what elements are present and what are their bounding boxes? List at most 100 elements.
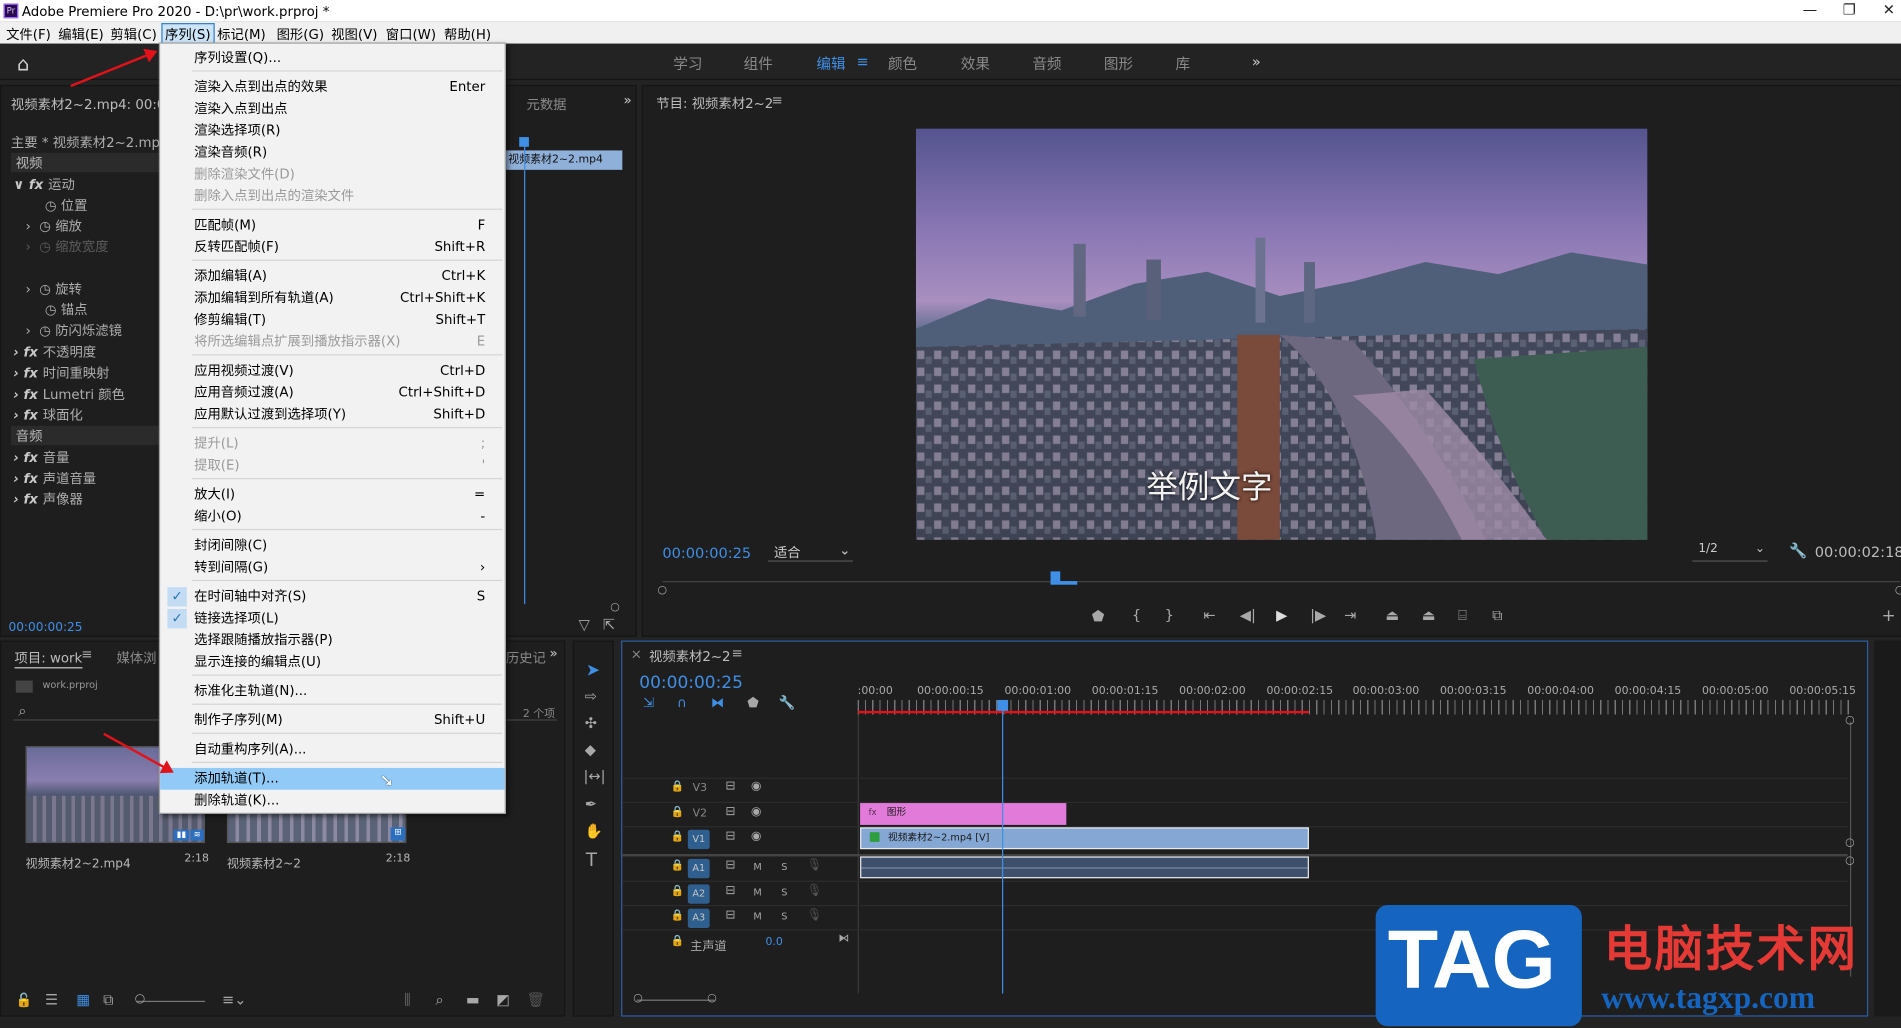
effect-row-panner[interactable]: › fx 声像器 [13,489,82,508]
program-monitor-title[interactable]: 节目: 视频素材2~2 [656,93,773,112]
media-browser-tab[interactable]: 媒体浏 [116,648,156,667]
menu-help[interactable]: 帮助(H) [444,24,491,43]
type-tool-icon[interactable]: T [586,849,597,871]
graphic-clip[interactable]: 图形 [860,803,1067,825]
effect-row-motion[interactable]: ∨ fx 运动 [13,175,74,194]
program-scrubber[interactable] [662,581,1900,583]
export-icon[interactable]: ⇱ [603,616,615,633]
effect-row-position[interactable]: ◷ 位置 [45,195,88,214]
home-icon[interactable]: ⌂ [17,52,29,75]
track-lock-icon[interactable]: 🔒 [671,807,685,819]
close-icon[interactable]: ✕ [1883,1,1895,18]
track-lock-icon[interactable]: 🔒 [671,910,685,922]
track-select-tool-icon[interactable]: ⇨ [585,688,597,705]
restore-icon[interactable]: ❐ [1843,1,1856,18]
menu-item-2[interactable]: 渲染入点到出点 [160,98,505,120]
extract-icon[interactable]: ⏏ [1422,607,1436,624]
comparison-view-icon[interactable]: ⧉ [1492,607,1502,625]
effect-row-time-remap[interactable]: › fx 时间重映射 [13,363,109,382]
effect-timecode[interactable]: 00:00:00:25 [8,621,82,634]
track-v1-label[interactable]: V1 [687,829,710,850]
menu-view[interactable]: 视图(V) [331,24,377,43]
new-item-icon[interactable]: ◩ [496,991,510,1008]
program-playhead[interactable] [1050,571,1061,582]
go-to-end-icon[interactable]: ⧑ [838,933,849,945]
lift-icon[interactable]: ⏏ [1385,607,1399,624]
menu-item-27[interactable]: 制作子序列(M) Shift+U [160,710,505,732]
list-view-icon[interactable]: ☰ [45,991,58,1008]
audio-clip[interactable] [860,856,1309,879]
more-workspaces-icon[interactable]: » [1252,53,1261,70]
item-name-2[interactable]: 视频素材2~2 [227,853,301,871]
panel-menu-icon[interactable]: ≡ [772,92,783,108]
freeform-view-icon[interactable]: ⧉ [103,991,113,1009]
effect-row-opacity[interactable]: › fx 不透明度 [13,342,96,361]
track-lock-icon[interactable]: 🔒 [671,831,685,843]
project-tab[interactable]: 项目: work [14,648,83,669]
menu-item-13[interactable]: 应用视频过渡(V) Ctrl+D [160,360,505,382]
go-to-out-icon[interactable]: ⇥ [1344,607,1356,624]
timeline-marker-icon[interactable]: ⬟ [747,695,759,711]
master-track-label[interactable]: 主声道 [690,935,726,953]
track-lock-icon[interactable]: 🔒 [671,781,685,793]
timeline-tab[interactable]: 视频素材2~2 [649,647,731,666]
menu-item-18[interactable]: 放大(I) = [160,484,505,506]
timeline-timecode[interactable]: 00:00:00:25 [639,673,743,692]
effect-playhead-head[interactable] [519,137,529,147]
menu-item-25[interactable]: 显示连接的编辑点(U) [160,651,505,673]
pen-tool-icon[interactable]: ✒ [585,796,597,813]
menu-item-0[interactable]: 序列设置(Q)... [160,47,505,69]
effect-row-volume[interactable]: › fx 音量 [13,448,69,467]
more-project-tabs-icon[interactable]: » [550,645,558,661]
sync-lock-icon[interactable]: ⊟ [725,859,735,872]
slider-handle-icon[interactable]: ○ [135,992,146,1005]
menu-edit[interactable]: 编辑(E) [58,24,104,43]
effect-playhead[interactable] [524,143,526,605]
track-v3-label[interactable]: V3 [693,782,707,794]
menu-clip[interactable]: 剪辑(C) [110,24,156,43]
wrench-icon[interactable]: 🔧 [1789,542,1807,559]
zoom-handle-icon[interactable]: ○ [610,602,620,614]
workspace-assembly[interactable]: 组件 [744,53,773,74]
timeline-menu-icon[interactable]: ≡ [731,645,742,661]
menu-item-7[interactable]: 匹配帧(M) F [160,215,505,237]
menu-item-29[interactable]: 添加轨道(T)... [160,767,505,790]
menu-item-24[interactable]: 选择跟随播放指示器(P) [160,630,505,652]
track-a1-label[interactable]: A1 [687,858,710,879]
item-name-1[interactable]: 视频素材2~2.mp4 [25,853,130,871]
eye-icon[interactable]: ◉ [751,830,762,843]
effect-row-anchor[interactable]: ◷ 锚点 [45,300,88,319]
solo-button[interactable]: S [781,911,787,922]
scrubber-start-handle-icon[interactable]: ○ [658,585,668,597]
fit-select[interactable]: 适合 ⌄ [767,542,853,562]
lock-icon[interactable]: 🔓 [16,992,33,1008]
workspace-color[interactable]: 颜色 [888,53,917,74]
menu-item-26[interactable]: 标准化主轨道(N)... [160,681,505,703]
menu-item-15[interactable]: 应用默认过渡到选择项(Y) Shift+D [160,404,505,426]
sync-lock-icon[interactable]: ⊟ [725,884,735,897]
work-area-bar[interactable] [857,710,1309,714]
new-bin-icon[interactable]: ▬ [466,991,480,1008]
video-clip[interactable]: 视频素材2~2.mp4 [V] [860,827,1309,850]
clear-icon[interactable]: 🗑 [526,991,544,1008]
timeline-playhead-head[interactable] [997,699,1009,711]
workspace-menu-icon[interactable]: ≡ [856,53,868,70]
menu-item-1[interactable]: 渲染入点到出点的效果 Enter [160,76,505,98]
menu-marker[interactable]: 标记(M) [217,24,266,43]
track-v2-label[interactable]: V2 [693,808,707,820]
eye-icon[interactable]: ◉ [751,805,762,818]
resolution-select[interactable]: 1/2 ⌄ [1692,542,1768,562]
voiceover-icon[interactable]: 🎙 [807,884,822,897]
effect-row-lumetri[interactable]: › fx Lumetri 颜色 [13,385,125,404]
find-icon[interactable]: ⌕ [436,991,444,1009]
thumbnail-size-slider[interactable] [137,1000,206,1003]
go-to-in-icon[interactable]: ⇤ [1203,607,1215,624]
minimize-icon[interactable]: — [1803,1,1818,18]
eye-icon[interactable]: ◉ [751,780,762,793]
menu-item-14[interactable]: 应用音频过渡(A) Ctrl+Shift+D [160,382,505,404]
hand-tool-icon[interactable]: ✋ [585,822,603,839]
step-back-icon[interactable]: ◀| [1240,607,1256,624]
menu-item-22[interactable]: ✓ 在时间轴中对齐(S) S [160,586,505,608]
master-volume-value[interactable]: 0.0 [765,937,782,949]
menu-item-3[interactable]: 渲染选择项(R) [160,120,505,142]
